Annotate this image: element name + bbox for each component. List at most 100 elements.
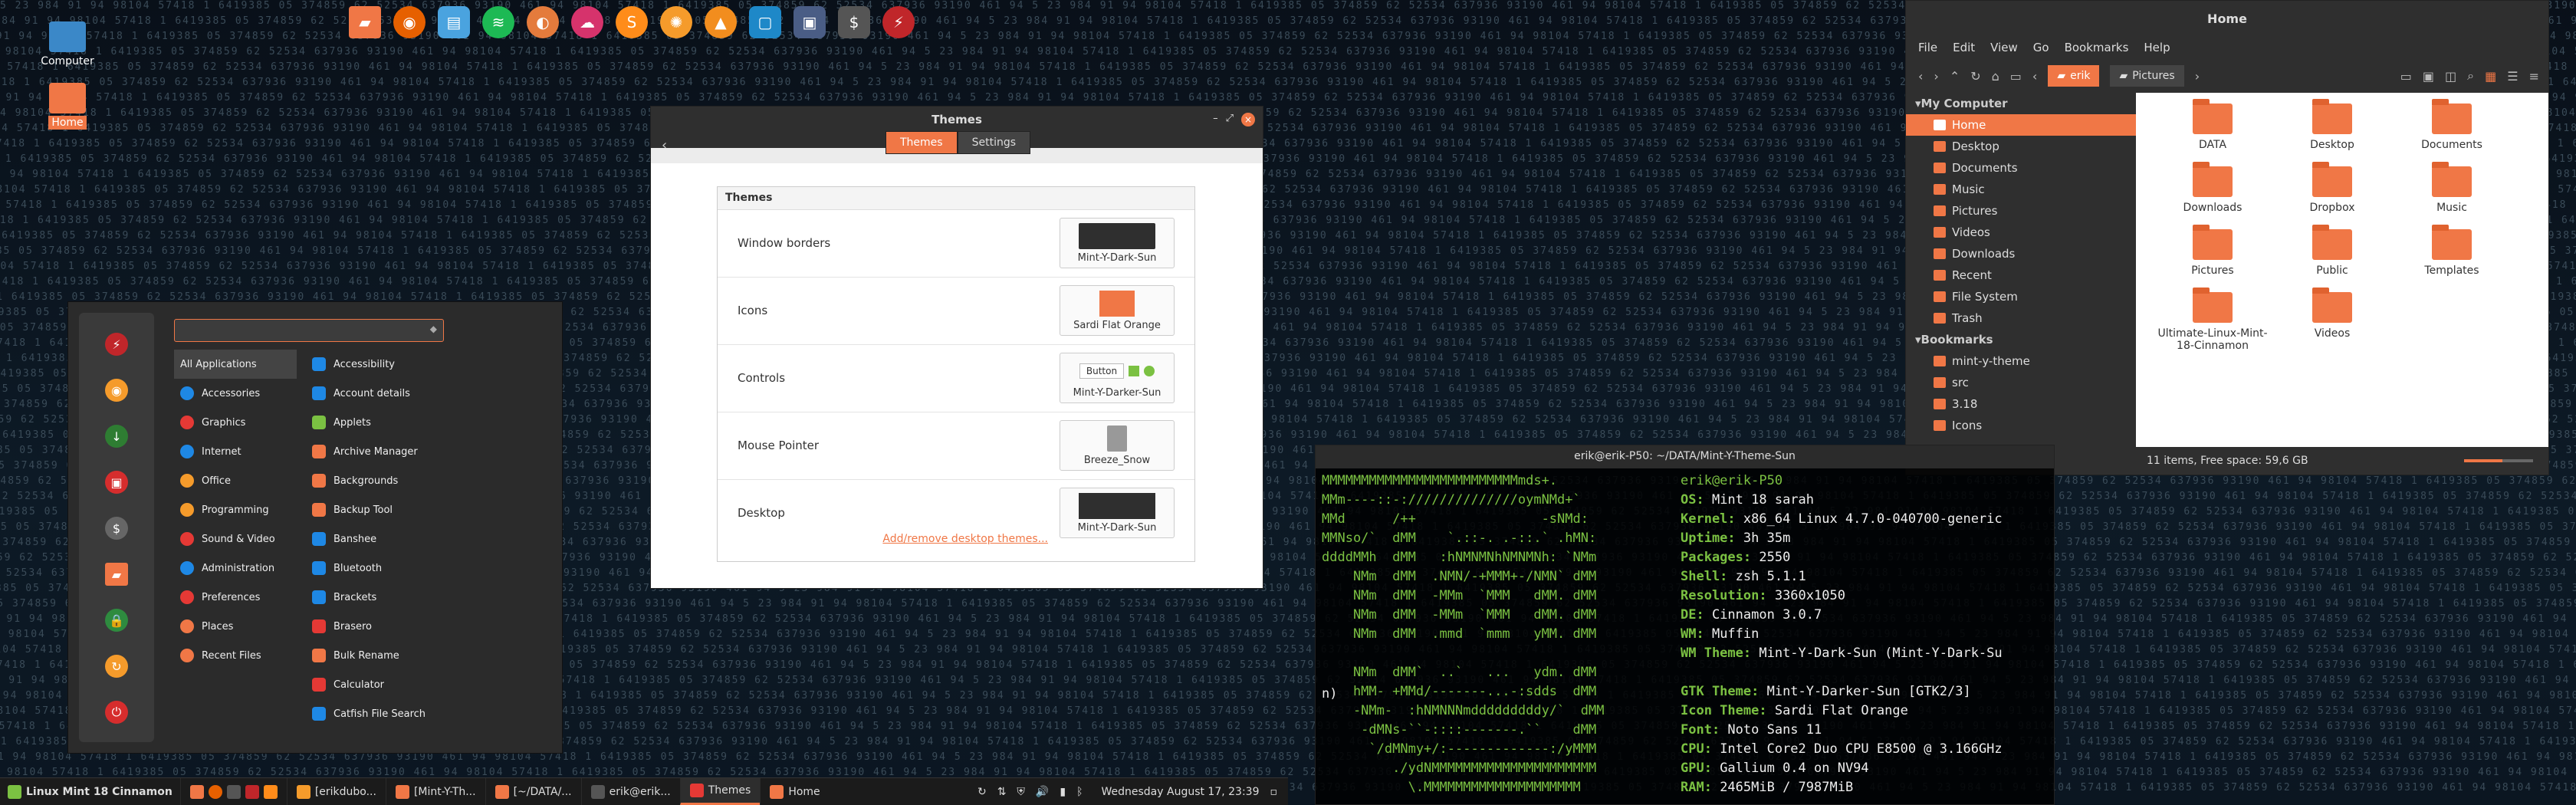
category-item[interactable]: Graphics [174,408,297,437]
zoom-slider[interactable] [2464,459,2533,462]
screen-icon[interactable]: ▣ [794,6,826,38]
taskbar-item[interactable]: erik@erik... [580,778,680,805]
network-icon[interactable]: ⇅ [997,786,1007,798]
taskbar-item[interactable]: [erikdubo... [286,778,386,805]
sidebar-item[interactable]: Recent [1906,264,2136,286]
terminal-content[interactable]: MMMMMMMMMMMMMMMMMMMMMMMMMmds+. MMm----::-… [1322,472,2048,798]
file-item[interactable]: Desktop [2271,99,2394,151]
clock[interactable]: Wednesday August 17, 23:39 [1093,786,1259,798]
sidebar-item[interactable]: Desktop [1906,136,2136,157]
firefox-icon[interactable]: ◉ [105,379,128,402]
list-view-icon[interactable]: ☰ [2507,69,2518,84]
terminal-icon[interactable]: ▣ [2423,69,2434,84]
folder-icon[interactable]: ▰ [349,6,381,38]
money-icon[interactable]: $ [838,6,870,38]
menu-item[interactable]: Go [2033,41,2049,54]
menu-item[interactable]: Help [2144,41,2170,54]
breadcrumb-erik[interactable]: ▰ erik [2048,65,2100,87]
weather-icon[interactable]: ☁ [571,6,603,38]
controls-picker[interactable]: Button Mint-Y-Darker-Sun [1060,353,1175,403]
application-item[interactable]: Accessibility [306,350,536,379]
duck-icon[interactable]: ◐ [527,6,559,38]
menu-item[interactable]: Bookmarks [2065,41,2129,54]
menu-button[interactable]: Linux Mint 18 Cinnamon [0,778,180,805]
terminal-icon[interactable] [226,784,241,799]
sidebar-section[interactable]: ▾ My Computer [1906,93,2136,114]
orange-icon[interactable]: ✺ [660,6,692,38]
application-item[interactable]: Bulk Rename [306,641,536,670]
folder-icon[interactable]: ▰ [105,563,128,586]
search-input[interactable] [174,319,444,342]
application-item[interactable]: Archive Manager [306,437,536,466]
spotify-icon[interactable]: ≋ [482,6,514,38]
sidebar-section[interactable]: ▾ Bookmarks [1906,329,2136,350]
application-item[interactable]: Account details [306,379,536,408]
update-icon[interactable]: ↻ [978,786,987,798]
close-icon[interactable]: × [1241,113,1255,127]
application-item[interactable]: Banshee [306,524,536,554]
firefox-icon[interactable]: ◉ [393,6,426,38]
sidebar-item[interactable]: Documents [1906,157,2136,179]
category-item[interactable]: Places [174,612,297,641]
workspace-icon[interactable]: ▫ [1270,786,1278,798]
reload-icon[interactable]: ↻ [1970,69,1980,84]
application-item[interactable]: Bluetooth [306,554,536,583]
computer-icon[interactable]: ▭ [2010,69,2022,84]
taskbar-item[interactable]: Themes [679,778,761,805]
bracket-icon[interactable]: ▢ [749,6,781,38]
category-item[interactable]: All Applications [174,350,297,379]
category-item[interactable]: Administration [174,554,297,583]
menu-item[interactable]: File [1918,41,1937,54]
sublime-icon[interactable] [263,784,278,799]
battery-icon[interactable]: ▮ [1060,786,1066,798]
lock-icon[interactable]: 🔒 [105,609,128,632]
category-item[interactable]: Recent Files [174,641,297,670]
media-icon[interactable]: ▣ [105,471,128,494]
transmission-icon[interactable]: ⚡ [882,6,915,38]
application-item[interactable]: Backgrounds [306,466,536,495]
icons-picker[interactable]: Sardi Flat Orange [1060,285,1175,336]
sidebar-item[interactable]: Pictures [1906,200,2136,222]
bluetooth-icon[interactable]: ᛒ [1076,786,1083,798]
compact-view-icon[interactable]: ≡ [2529,69,2539,84]
minimize-icon[interactable]: – [1213,113,1218,127]
file-item[interactable]: Pictures [2151,225,2274,277]
file-item[interactable]: Downloads [2151,162,2274,214]
desktop-picker[interactable]: Mint-Y-Dark-Sun [1060,488,1175,538]
file-item[interactable]: DATA [2151,99,2274,151]
logout-icon[interactable]: ↻ [105,655,128,678]
menu-item[interactable]: View [1990,41,2018,54]
forward-icon[interactable]: › [1934,69,1938,84]
maximize-icon[interactable]: ⤢ [1226,113,1234,127]
back-icon[interactable]: ‹ [1918,69,1923,84]
sidebar-item[interactable]: Music [1906,179,2136,200]
sidebar-item[interactable]: Videos [1906,222,2136,243]
category-item[interactable]: Programming [174,495,297,524]
menu-item[interactable]: Edit [1953,41,1975,54]
up-icon[interactable]: ⌃ [1950,69,1960,84]
folder-icon[interactable] [189,784,204,799]
sublime-icon[interactable]: S [616,6,648,38]
search-icon[interactable]: ⌕ [2467,68,2474,84]
home-icon[interactable]: ⌂ [1992,69,1999,84]
application-item[interactable]: Brackets [306,583,536,612]
sidebar-item[interactable]: mint-y-theme [1906,350,2136,372]
icon-view-icon[interactable]: ▦ [2485,69,2496,84]
file-item[interactable]: Public [2271,225,2394,277]
tab-themes[interactable]: Themes [886,131,958,154]
back-icon[interactable]: ‹ [662,137,667,153]
file-item[interactable]: Documents [2390,99,2513,151]
taskbar-item[interactable]: [~/DATA/... [485,778,581,805]
vlc-icon[interactable]: ▲ [705,6,737,38]
file-item[interactable]: Ultimate-Linux-Mint-18-Cinnamon [2151,288,2274,352]
file-item[interactable]: Templates [2390,225,2513,277]
desktop-icon-home[interactable]: Home [33,83,102,130]
crumb-prev-icon[interactable]: ‹ [2032,69,2037,84]
file-item[interactable]: Videos [2271,288,2394,340]
application-item[interactable]: Backup Tool [306,495,536,524]
application-item[interactable]: Applets [306,408,536,437]
category-item[interactable]: Sound & Video [174,524,297,554]
taskbar-item[interactable]: [Mint-Y-Th... [385,778,485,805]
taskbar-item[interactable]: Home [760,778,829,805]
category-item[interactable]: Internet [174,437,297,466]
